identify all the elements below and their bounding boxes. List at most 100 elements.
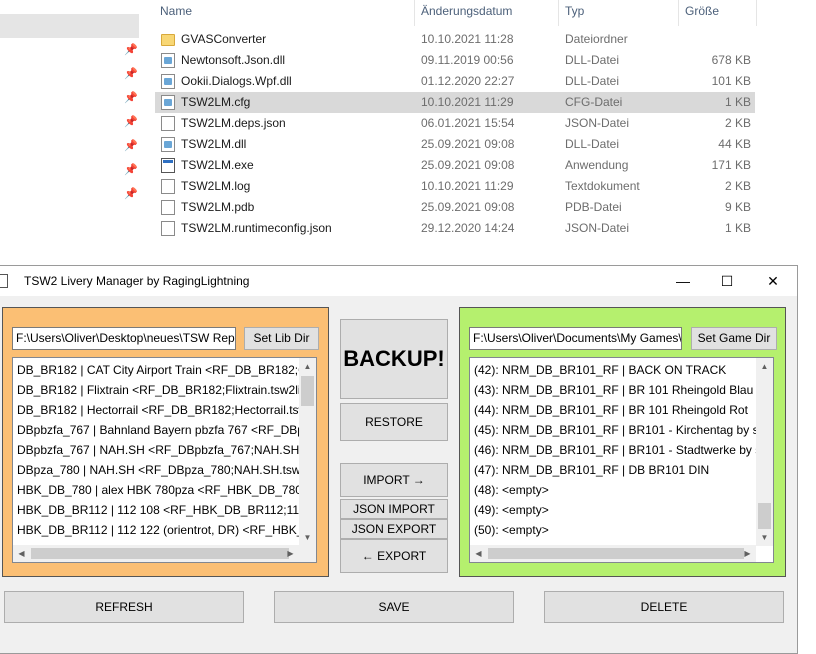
file-row[interactable]: TSW2LM.exe 25.09.2021 09:08 Anwendung 171 K… xyxy=(155,155,755,176)
pin-icon[interactable]: 📌 xyxy=(124,44,138,56)
file-row[interactable]: TSW2LM.pdb 25.09.2021 09:08 PDB-Datei 9 KB xyxy=(155,197,755,218)
file-row[interactable]: TSW2LM.deps.json 06.01.2021 15:54 JSON-Dat… xyxy=(155,113,755,134)
maximize-button[interactable]: ☐ xyxy=(704,266,750,296)
file-size: 9 KB xyxy=(724,200,751,214)
save-button[interactable]: SAVE xyxy=(274,591,514,623)
dll-file-icon xyxy=(161,137,175,152)
file-size: 101 KB xyxy=(711,74,751,88)
file-type: DLL-Datei xyxy=(565,74,620,88)
library-path-input[interactable]: F:\Users\Oliver\Desktop\neues\TSW Repa xyxy=(12,327,236,350)
file-row[interactable]: TSW2LM.dll 25.09.2021 09:08 DLL-Datei 44 KB xyxy=(155,134,755,155)
scroll-thumb[interactable] xyxy=(301,376,314,406)
scroll-down-arrow-icon[interactable]: ▼ xyxy=(756,529,773,546)
text-file-icon xyxy=(161,179,175,194)
column-header-name[interactable]: Name xyxy=(154,0,415,26)
scroll-right-arrow-icon[interactable]: ▶ xyxy=(739,545,756,562)
scroll-up-arrow-icon[interactable]: ▲ xyxy=(756,358,773,375)
file-date: 25.09.2021 09:08 xyxy=(421,200,515,214)
list-item[interactable]: DB_BR182 | Flixtrain <RF_DB_BR182;Flixtr… xyxy=(17,380,314,400)
json-export-button[interactable]: JSON EXPORT xyxy=(340,519,448,539)
dll-file-icon xyxy=(161,53,175,68)
file-date: 10.10.2021 11:28 xyxy=(421,32,514,46)
file-type: Anwendung xyxy=(565,158,629,172)
list-item[interactable]: HBK_DB_BR112 | 112 122 (orientrot, DR) <… xyxy=(17,520,316,540)
file-name: TSW2LM.exe xyxy=(181,158,254,172)
file-type: PDB-Datei xyxy=(565,200,622,214)
desktop: 📌 📌 📌 📌 📌 📌 📌 Name ⌃ Änderungsdatum Typ … xyxy=(0,0,816,654)
pin-icon[interactable]: 📌 xyxy=(124,92,138,104)
library-panel: F:\Users\Oliver\Desktop\neues\TSW Repa S… xyxy=(2,307,329,577)
export-button[interactable]: ← EXPORT xyxy=(340,539,448,573)
pin-icon[interactable]: 📌 xyxy=(124,188,138,200)
scroll-thumb[interactable] xyxy=(758,503,771,529)
livery-manager-window: TSW2 Livery Manager by RagingLightning —… xyxy=(0,265,798,654)
pin-icon[interactable]: 📌 xyxy=(124,140,138,152)
list-item[interactable]: (45): NRM_DB_BR101_RF | BR101 - Kirchent… xyxy=(474,420,773,440)
file-name: TSW2LM.dll xyxy=(181,137,247,151)
scroll-thumb[interactable] xyxy=(31,548,289,559)
list-item[interactable]: DBpbzfa_767 | Bahnland Bayern pbzfa 767 … xyxy=(17,420,311,440)
column-header-date[interactable]: Änderungsdatum xyxy=(415,0,559,26)
scroll-left-arrow-icon[interactable]: ◀ xyxy=(13,545,30,562)
json-import-button[interactable]: JSON IMPORT xyxy=(340,499,448,519)
file-row[interactable]: TSW2LM.cfg 10.10.2021 11:29 CFG-Datei 1 KB xyxy=(155,92,755,113)
list-item[interactable]: DBpza_780 | NAH.SH <RF_DBpza_780;NAH.SH.… xyxy=(17,460,316,480)
set-game-dir-button[interactable]: Set Game Dir xyxy=(691,327,777,350)
list-item[interactable]: (43): NRM_DB_BR101_RF | BR 101 Rheingold… xyxy=(474,380,753,400)
file-date: 01.12.2020 22:27 xyxy=(421,74,515,88)
import-button[interactable]: IMPORT → xyxy=(340,463,448,497)
game-panel: F:\Users\Oliver\Documents\My Games\ Set … xyxy=(459,307,786,577)
pin-icon[interactable]: 📌 xyxy=(124,116,138,128)
vertical-scrollbar[interactable]: ▲ ▼ xyxy=(756,358,773,546)
horizontal-scrollbar[interactable]: ◀ ▶ xyxy=(13,545,316,562)
list-item[interactable]: HBK_DB_BR112 | 112 108 <RF_HBK_DB_BR112;… xyxy=(17,500,316,520)
list-item[interactable]: (50): <empty> xyxy=(474,520,549,540)
delete-button[interactable]: DELETE xyxy=(544,591,784,623)
file-name: Ookii.Dialogs.Wpf.dll xyxy=(181,74,292,88)
minimize-button[interactable]: — xyxy=(660,266,706,296)
close-button[interactable]: ✕ xyxy=(750,266,796,296)
backup-button[interactable]: BACKUP! xyxy=(340,319,448,399)
game-path-input[interactable]: F:\Users\Oliver\Documents\My Games\ xyxy=(469,327,682,350)
list-item[interactable]: (42): NRM_DB_BR101_RF | BACK ON TRACK xyxy=(474,360,726,380)
game-listbox[interactable]: (42): NRM_DB_BR101_RF | BACK ON TRACK (43… xyxy=(469,357,774,563)
scroll-down-arrow-icon[interactable]: ▼ xyxy=(299,529,316,546)
list-item[interactable]: (49): <empty> xyxy=(474,500,549,520)
scroll-thumb[interactable] xyxy=(488,548,744,559)
column-header-type[interactable]: Typ xyxy=(559,0,679,26)
file-size: 44 KB xyxy=(718,137,751,151)
list-item[interactable]: (47): NRM_DB_BR101_RF | DB BR101 DIN xyxy=(474,460,709,480)
file-type: JSON-Datei xyxy=(565,116,630,130)
dll-file-icon xyxy=(161,95,175,110)
file-size: 1 KB xyxy=(724,221,751,235)
refresh-button[interactable]: REFRESH xyxy=(4,591,244,623)
file-date: 25.09.2021 09:08 xyxy=(421,158,515,172)
list-item[interactable]: (46): NRM_DB_BR101_RF | BR101 - Stadtwer… xyxy=(474,440,773,460)
column-header-size[interactable]: Größe xyxy=(679,0,757,26)
file-row[interactable]: Ookii.Dialogs.Wpf.dll 01.12.2020 22:27 DLL… xyxy=(155,71,755,92)
set-lib-dir-button[interactable]: Set Lib Dir xyxy=(244,327,319,350)
file-row[interactable]: TSW2LM.runtimeconfig.json 29.12.2020 14:2… xyxy=(155,218,755,239)
file-date: 10.10.2021 11:29 xyxy=(421,95,514,109)
scroll-left-arrow-icon[interactable]: ◀ xyxy=(470,545,487,562)
scroll-up-arrow-icon[interactable]: ▲ xyxy=(299,358,316,375)
scroll-right-arrow-icon[interactable]: ▶ xyxy=(282,545,299,562)
title-bar[interactable]: TSW2 Livery Manager by RagingLightning —… xyxy=(0,266,797,296)
list-item[interactable]: DBpbzfa_767 | NAH.SH <RF_DBpbzfa_767;NAH… xyxy=(17,440,316,460)
list-item[interactable]: DB_BR182 | CAT City Airport Train <RF_DB… xyxy=(17,360,316,380)
file-row[interactable]: GVASConverter 10.10.2021 11:28 Dateiordner xyxy=(155,29,755,50)
file-row[interactable]: TSW2LM.log 10.10.2021 11:29 Textdokument 2 … xyxy=(155,176,755,197)
list-item[interactable]: DB_BR182 | Hectorrail <RF_DB_BR182;Hecto… xyxy=(17,400,316,420)
vertical-scrollbar[interactable]: ▲ ▼ xyxy=(299,358,316,546)
restore-button[interactable]: RESTORE xyxy=(340,403,448,441)
file-row[interactable]: Newtonsoft.Json.dll 09.11.2019 00:56 DLL-D… xyxy=(155,50,755,71)
horizontal-scrollbar[interactable]: ◀ ▶ xyxy=(470,545,756,562)
list-item[interactable]: HBK_DB_780 | alex HBK 780pza <RF_HBK_DB_… xyxy=(17,480,316,500)
file-size: 1 KB xyxy=(724,95,751,109)
library-listbox[interactable]: DB_BR182 | CAT City Airport Train <RF_DB… xyxy=(12,357,317,563)
list-item[interactable]: (48): <empty> xyxy=(474,480,549,500)
pin-icon[interactable]: 📌 xyxy=(124,164,138,176)
list-item[interactable]: (44): NRM_DB_BR101_RF | BR 101 Rheingold… xyxy=(474,400,748,420)
nav-selected-item[interactable] xyxy=(0,14,139,38)
pin-icon[interactable]: 📌 xyxy=(124,68,138,80)
